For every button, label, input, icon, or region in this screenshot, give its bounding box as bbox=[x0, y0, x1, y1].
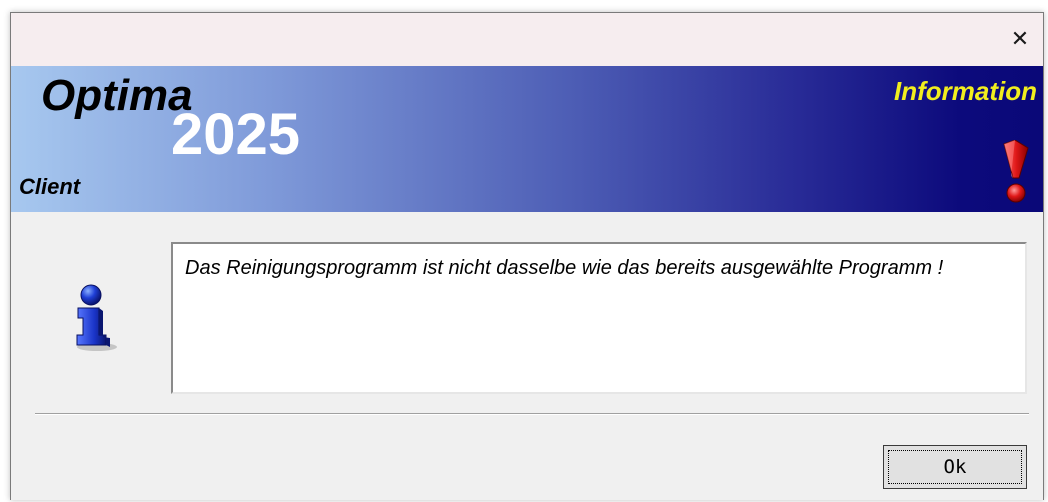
exclamation-icon bbox=[1003, 140, 1029, 203]
message-text-area: Das Reinigungsprogramm ist nicht dasselb… bbox=[171, 242, 1027, 394]
header-banner: Optima 2025 Client Information bbox=[11, 66, 1043, 212]
title-bar: ✕ bbox=[11, 13, 1043, 66]
brand-name: Optima bbox=[41, 71, 193, 120]
separator-line bbox=[35, 413, 1029, 415]
info-icon bbox=[76, 284, 117, 351]
close-button[interactable]: ✕ bbox=[997, 13, 1043, 66]
brand-year: 2025 bbox=[171, 102, 301, 167]
ok-button-label: Ok bbox=[943, 456, 967, 478]
dialog-window: ✕ Optima 2025 Client Information Das Rei… bbox=[10, 12, 1044, 500]
ok-button[interactable]: Ok bbox=[883, 445, 1027, 489]
close-icon: ✕ bbox=[1010, 26, 1030, 52]
dialog-type-label: Information bbox=[894, 76, 1037, 106]
message-text: Das Reinigungsprogramm ist nicht dasselb… bbox=[185, 257, 944, 279]
brand-edition: Client bbox=[19, 174, 81, 199]
